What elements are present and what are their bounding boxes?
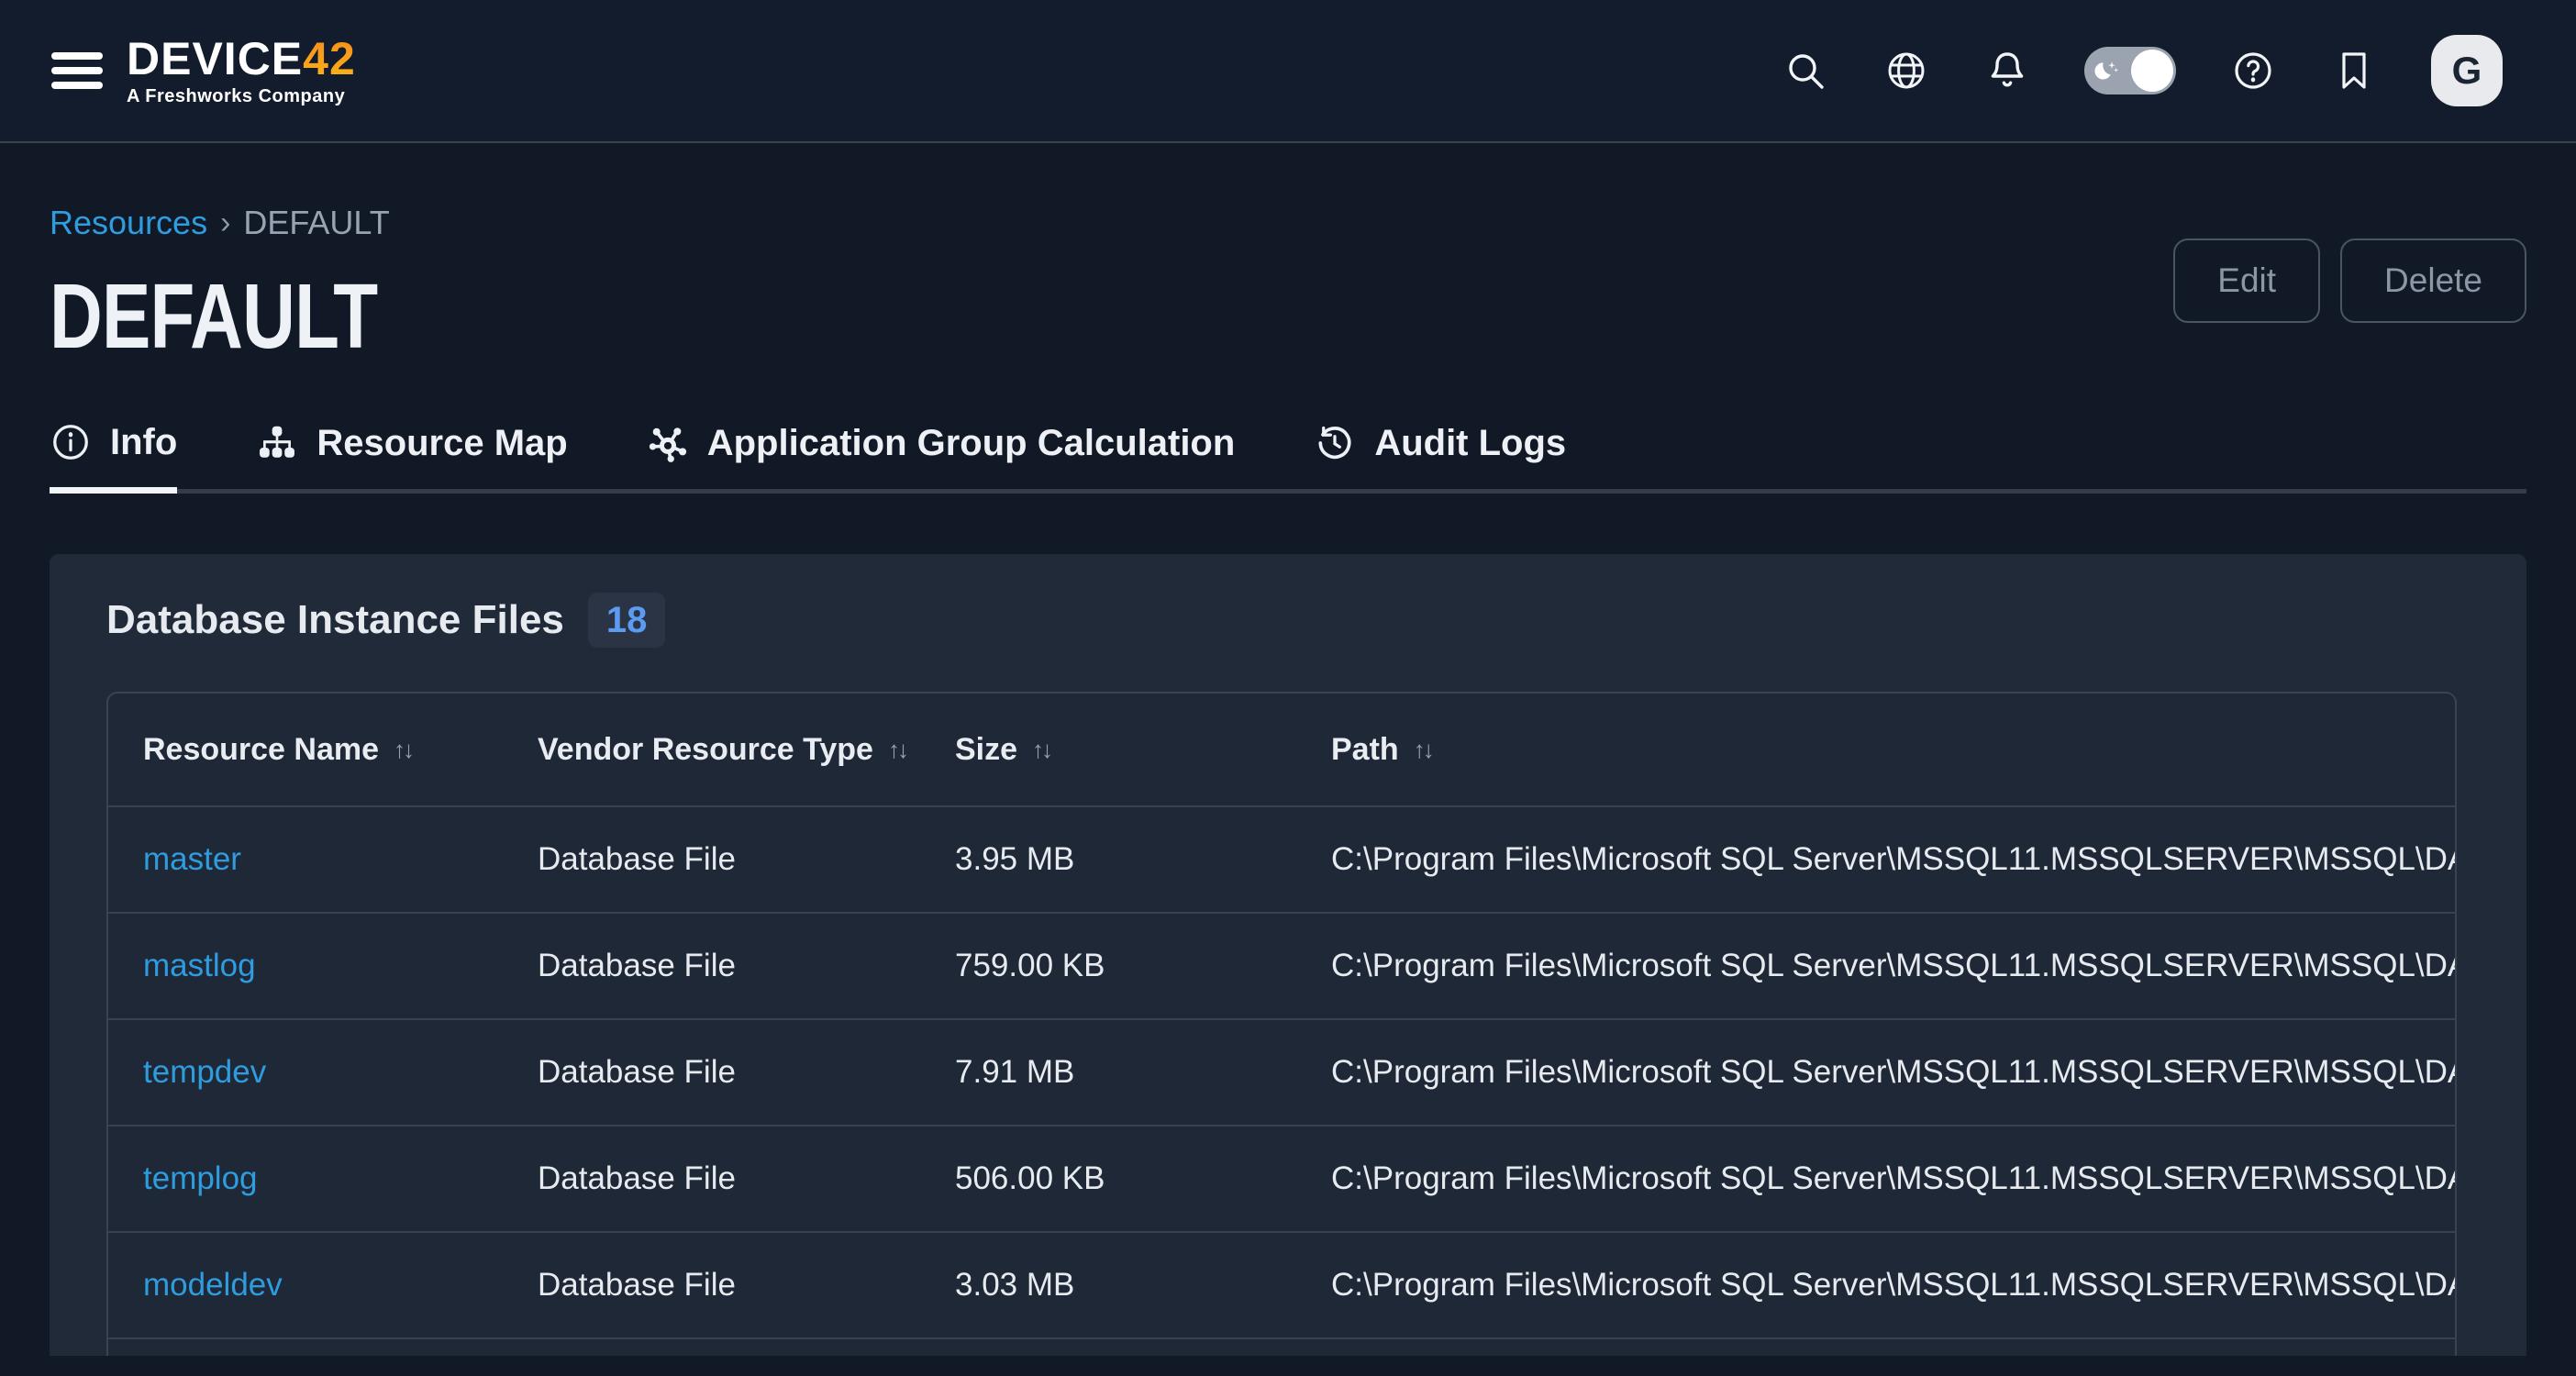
table-row: modeldev Database File 3.03 MB C:\Progra… — [108, 1233, 2455, 1339]
size-cell: 3.95 MB — [920, 841, 1296, 878]
tab-resource-map[interactable]: Resource Map — [256, 421, 567, 489]
size-cell: 3.03 MB — [920, 1267, 1296, 1304]
resource-name-link[interactable]: templog — [143, 1160, 258, 1196]
breadcrumb: Resources › DEFAULT — [50, 204, 460, 242]
vendor-resource-type-cell: Database File — [503, 1054, 920, 1091]
breadcrumb-current: DEFAULT — [243, 204, 389, 242]
app-group-icon — [647, 422, 689, 464]
table-row: tempdev Database File 7.91 MB C:\Program… — [108, 1020, 2455, 1126]
size-cell: 506.00 KB — [920, 1160, 1296, 1197]
column-header-size[interactable]: Size ↑↓ — [920, 732, 1296, 768]
dark-mode-toggle[interactable] — [2084, 47, 2176, 94]
resource-name-link[interactable]: master — [143, 841, 241, 877]
globe-icon[interactable] — [1882, 47, 1930, 94]
count-badge: 18 — [588, 593, 666, 648]
vendor-resource-type-cell: Database File — [503, 841, 920, 878]
table-header-row: Resource Name ↑↓ Vendor Resource Type ↑↓… — [108, 694, 2455, 807]
resource-name-link[interactable]: mastlog — [143, 948, 256, 983]
size-cell: 759.00 KB — [920, 948, 1296, 984]
logo-accent: 42 — [303, 33, 356, 84]
column-label: Resource Name — [143, 732, 379, 768]
column-label: Size — [955, 732, 1017, 768]
tab-audit-logs-label: Audit Logs — [1374, 423, 1566, 464]
edit-button[interactable]: Edit — [2173, 239, 2320, 323]
section-title: Database Instance Files — [106, 597, 564, 643]
tab-application-group-calculation-label: Application Group Calculation — [707, 423, 1236, 464]
resource-name-link[interactable]: tempdev — [143, 1054, 266, 1090]
path-cell: C:\Program Files\Microsoft SQL Server\MS… — [1296, 1054, 2455, 1091]
path-cell: C:\Program Files\Microsoft SQL Server\MS… — [1296, 841, 2455, 878]
tab-bar: Info Resource Map — [50, 421, 2526, 494]
tab-info-label: Info — [110, 422, 177, 463]
table-row: mastlog Database File 759.00 KB C:\Progr… — [108, 914, 2455, 1020]
table-row: master Database File 3.95 MB C:\Program … — [108, 807, 2455, 914]
page-content: Resources › DEFAULT DEFAULT Edit Delete … — [0, 143, 2576, 1356]
delete-button[interactable]: Delete — [2340, 239, 2526, 323]
info-icon — [50, 421, 92, 463]
bookmark-icon[interactable] — [2330, 47, 2378, 94]
menu-icon[interactable] — [51, 50, 103, 91]
breadcrumb-resources-link[interactable]: Resources — [50, 204, 207, 242]
bell-icon[interactable] — [1983, 47, 2031, 94]
path-cell: C:\Program Files\Microsoft SQL Server\MS… — [1296, 1267, 2455, 1304]
breadcrumb-separator: › — [220, 205, 230, 241]
top-navbar: DEVICE42 A Freshworks Company — [0, 0, 2576, 143]
column-header-vendor-resource-type[interactable]: Vendor Resource Type ↑↓ — [503, 732, 920, 768]
page-title: DEFAULT — [50, 264, 377, 370]
logo-subtitle: A Freshworks Company — [127, 87, 356, 105]
column-label: Vendor Resource Type — [538, 732, 873, 768]
sort-icon: ↑↓ — [1414, 736, 1432, 764]
logo-text: DEVICE42 — [127, 36, 356, 82]
search-icon[interactable] — [1782, 47, 1829, 94]
tab-info[interactable]: Info — [50, 421, 177, 494]
column-header-path[interactable]: Path ↑↓ — [1296, 732, 2455, 768]
column-label: Path — [1331, 732, 1399, 768]
help-icon[interactable] — [2229, 47, 2277, 94]
vendor-resource-type-cell: Database File — [503, 1267, 920, 1304]
tab-resource-map-label: Resource Map — [316, 423, 567, 464]
user-avatar[interactable]: G — [2431, 35, 2503, 106]
tab-audit-logs[interactable]: Audit Logs — [1314, 421, 1566, 489]
sort-icon: ↑↓ — [394, 736, 412, 764]
resource-name-link[interactable]: modeldev — [143, 1267, 283, 1303]
device42-logo[interactable]: DEVICE42 A Freshworks Company — [127, 36, 356, 105]
files-table: Resource Name ↑↓ Vendor Resource Type ↑↓… — [106, 692, 2457, 1356]
tab-application-group-calculation[interactable]: Application Group Calculation — [647, 421, 1236, 489]
audit-logs-icon — [1314, 422, 1356, 464]
database-instance-files-card: Database Instance Files 18 Resource Name… — [50, 554, 2526, 1356]
vendor-resource-type-cell: Database File — [503, 1160, 920, 1197]
toggle-knob — [2131, 50, 2173, 92]
table-row: templog Database File 506.00 KB C:\Progr… — [108, 1126, 2455, 1233]
size-cell: 7.91 MB — [920, 1054, 1296, 1091]
vendor-resource-type-cell: Database File — [503, 948, 920, 984]
sort-icon: ↑↓ — [1032, 736, 1050, 764]
resource-map-icon — [256, 422, 298, 464]
moon-stars-icon — [2093, 56, 2123, 85]
column-header-resource-name[interactable]: Resource Name ↑↓ — [108, 732, 503, 768]
path-cell: C:\Program Files\Microsoft SQL Server\MS… — [1296, 948, 2455, 984]
table-row — [108, 1339, 2455, 1356]
path-cell: C:\Program Files\Microsoft SQL Server\MS… — [1296, 1160, 2455, 1197]
sort-icon: ↑↓ — [888, 736, 906, 764]
